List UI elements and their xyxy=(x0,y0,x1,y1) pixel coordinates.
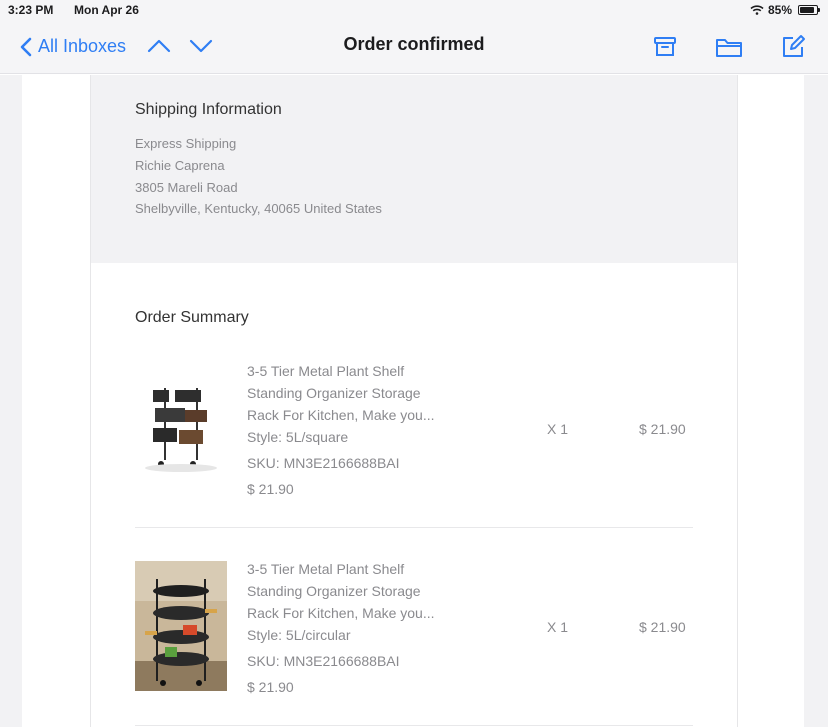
status-time: 3:23 PM xyxy=(8,3,54,17)
order-item: 3-5 Tier Metal Plant Shelf Standing Orga… xyxy=(135,360,695,530)
product-name-line: Rack For Kitchen, Make you... xyxy=(247,407,435,423)
battery-icon xyxy=(798,5,820,15)
product-image[interactable] xyxy=(135,561,227,691)
email-body[interactable]: Shipping Information Express Shipping Ri… xyxy=(22,75,804,727)
item-quantity: X 1 xyxy=(547,619,569,635)
item-price: $ 21.90 xyxy=(639,619,686,635)
product-style: Style: 5L/circular xyxy=(247,627,351,643)
move-to-folder-button[interactable] xyxy=(714,34,744,65)
product-thumbnail-square xyxy=(135,360,227,490)
city-state-zip: Shelbyville, Kentucky, 40065 United Stat… xyxy=(135,201,382,216)
right-margin xyxy=(804,75,828,727)
product-style: Style: 5L/square xyxy=(247,429,349,445)
battery-fill xyxy=(800,7,814,13)
status-date: Mon Apr 26 xyxy=(74,3,139,17)
wifi-icon xyxy=(750,5,764,15)
folder-icon xyxy=(716,39,742,57)
status-bar: 3:23 PM Mon Apr 26 85% xyxy=(0,0,828,20)
street-address: 3805 Mareli Road xyxy=(135,180,238,195)
product-name-line: Standing Organizer Storage xyxy=(247,385,421,401)
order-card: Shipping Information Express Shipping Ri… xyxy=(90,75,738,727)
nav-bar: All Inboxes Order confirmed xyxy=(0,20,828,74)
product-unit-price: $ 21.90 xyxy=(247,481,294,497)
left-margin xyxy=(0,75,22,727)
product-sku: SKU: MN3E2166688BAI xyxy=(247,653,400,669)
archive-button[interactable] xyxy=(652,34,678,65)
product-name[interactable]: 3-5 Tier Metal Plant Shelf Standing Orga… xyxy=(247,558,487,624)
status-right: 85% xyxy=(750,3,820,17)
shipping-method: Express Shipping xyxy=(135,136,237,151)
battery-percent: 85% xyxy=(767,3,792,17)
item-divider xyxy=(135,527,693,528)
shipping-heading: Shipping Information xyxy=(135,101,282,118)
compose-button[interactable] xyxy=(780,34,806,65)
product-image[interactable] xyxy=(135,360,227,490)
product-unit-price: $ 21.90 xyxy=(247,679,294,695)
message-title: Order confirmed xyxy=(343,34,485,54)
product-name-line: Standing Organizer Storage xyxy=(247,583,421,599)
order-item: 3-5 Tier Metal Plant Shelf Standing Orga… xyxy=(135,558,695,727)
archive-icon xyxy=(654,37,676,56)
product-thumbnail-circular xyxy=(135,561,227,691)
item-divider xyxy=(135,725,693,726)
product-name-line: Rack For Kitchen, Make you... xyxy=(247,605,435,621)
product-name-line: 3-5 Tier Metal Plant Shelf xyxy=(247,363,405,379)
product-name-line: 3-5 Tier Metal Plant Shelf xyxy=(247,561,405,577)
item-price: $ 21.90 xyxy=(639,421,686,437)
item-quantity: X 1 xyxy=(547,421,569,437)
recipient-name: Richie Caprena xyxy=(135,158,225,173)
product-sku: SKU: MN3E2166688BAI xyxy=(247,455,400,471)
product-name[interactable]: 3-5 Tier Metal Plant Shelf Standing Orga… xyxy=(247,360,487,426)
order-summary-heading: Order Summary xyxy=(135,309,249,326)
shipping-information-section: Shipping Information Express Shipping Ri… xyxy=(91,75,737,263)
compose-icon xyxy=(783,35,805,57)
